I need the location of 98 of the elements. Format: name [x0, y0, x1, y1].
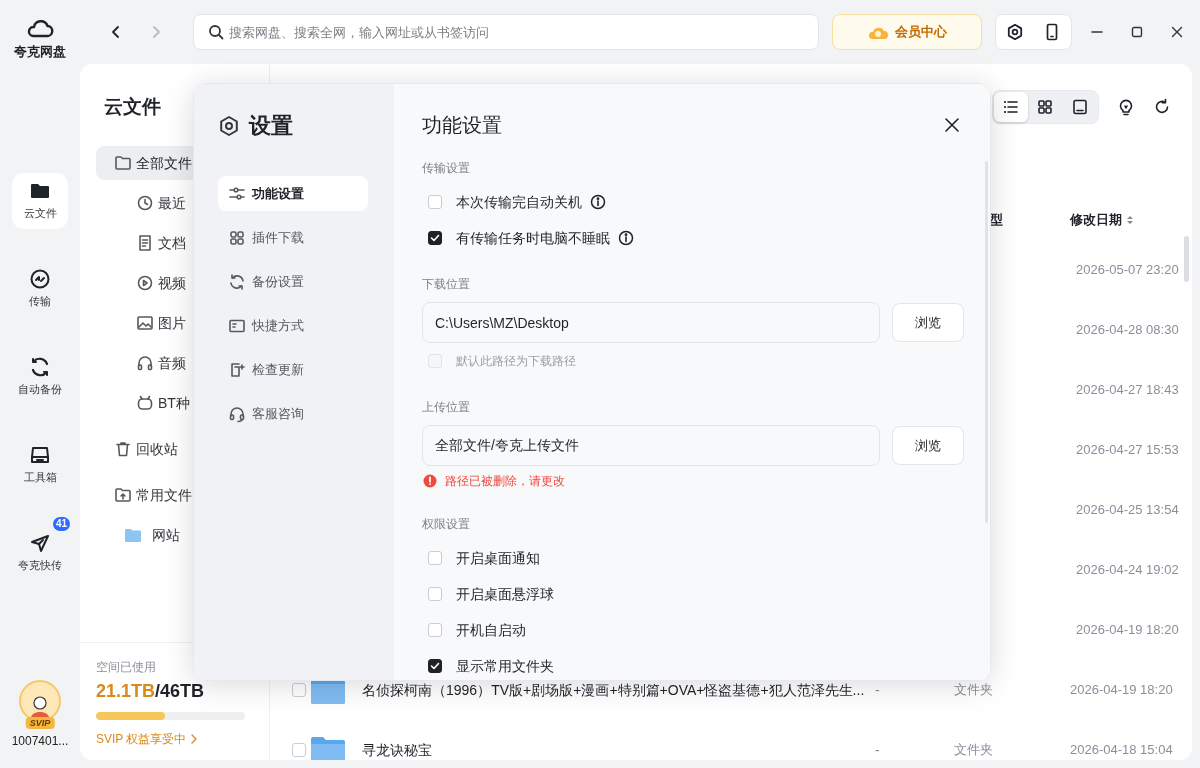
svip-badge: SVIP: [25, 717, 55, 729]
preview-view-icon: [1070, 98, 1089, 116]
grid-icon: [228, 228, 246, 247]
rail-item[interactable]: 自动备份: [12, 348, 68, 405]
checkbox-label: 本次传输完自动关机: [456, 192, 582, 212]
nav-item[interactable]: 常用文件: [96, 478, 262, 512]
modified-date: 2026-04-19 18:20: [1070, 681, 1173, 700]
checkbox[interactable]: [428, 659, 442, 673]
settings-nav-item[interactable]: 插件下载: [218, 220, 368, 255]
file-type: 文件夹: [954, 741, 994, 760]
document-icon: [136, 234, 154, 252]
checkbox[interactable]: [428, 231, 442, 245]
error-icon: [423, 474, 437, 488]
column-header[interactable]: 修改日期: [1070, 210, 1134, 230]
clock-icon: [136, 194, 154, 212]
headset-icon: [228, 404, 246, 423]
path-field[interactable]: C:\Users\MZ\Desktop: [422, 302, 881, 343]
modified-date: 2026-05-07 23:20: [1076, 261, 1179, 280]
panel-title: 功能设置: [422, 113, 502, 138]
settings-nav-item[interactable]: 客服咨询: [218, 396, 368, 431]
rail-item[interactable]: 云文件: [12, 172, 68, 229]
storage-used: 21.1TB: [96, 680, 156, 702]
headphones-icon: [136, 354, 154, 372]
column-header: 型: [990, 211, 1004, 230]
maximize-icon[interactable]: [1131, 26, 1143, 38]
file-name: 名侦探柯南（1996）TV版+剧场版+漫画+特别篇+OVA+怪盗基德+犯人范泽先生...: [362, 680, 866, 700]
close-icon[interactable]: [944, 117, 960, 133]
grid-view-icon: [1036, 98, 1055, 116]
storage-label: 空间已使用: [96, 659, 157, 676]
checkbox-label: 开启桌面通知: [456, 548, 540, 568]
folder-upload-icon: [114, 486, 132, 504]
trash-icon: [114, 440, 132, 458]
modified-date: 2026-04-24 19:02: [1076, 561, 1179, 580]
modified-date: 2026-04-19 18:20: [1076, 621, 1179, 640]
error-message: 路径已被删除，请更改: [445, 473, 565, 490]
section-label: 权限设置: [422, 516, 471, 533]
row-checkbox[interactable]: [292, 683, 306, 697]
path-field[interactable]: 全部文件/夸克上传文件: [422, 425, 881, 466]
info-icon[interactable]: [618, 230, 634, 246]
search-icon: [208, 24, 224, 40]
modified-date: 2026-04-25 13:54: [1076, 501, 1179, 520]
view-mode-button[interactable]: [994, 92, 1029, 122]
modified-date: 2026-04-28 08:30: [1076, 321, 1179, 340]
checkbox-label: 有传输任务时电脑不睡眠: [456, 228, 610, 248]
rail-item[interactable]: 工具箱: [12, 436, 68, 493]
scrollbar[interactable]: [1184, 236, 1189, 282]
rail-item[interactable]: 传输: [12, 260, 68, 317]
settings-icon[interactable]: [1005, 23, 1024, 41]
settings-nav-item[interactable]: 快捷方式: [218, 308, 368, 343]
check-icon: [430, 661, 440, 671]
lightbulb-icon[interactable]: [1117, 98, 1135, 116]
sync-icon: [228, 272, 246, 291]
checkbox-label: 开机自启动: [456, 620, 526, 640]
list-view-icon: [1002, 98, 1021, 116]
folder-icon: [124, 527, 142, 543]
folder-icon: [310, 735, 346, 760]
modified-date: 2026-04-18 15:04: [1070, 741, 1173, 760]
file-size: -: [875, 740, 881, 760]
count-badge: 41: [50, 514, 72, 533]
close-icon[interactable]: [1171, 26, 1183, 38]
section-label: 上传位置: [422, 399, 471, 416]
folder-outline-icon: [114, 154, 132, 172]
image-icon: [136, 314, 154, 332]
nav-item[interactable]: 回收站: [96, 432, 262, 466]
file-type: 文件夹: [954, 681, 994, 700]
search-field[interactable]: 搜索网盘、搜索全网，输入网址或从书签访问: [193, 14, 819, 50]
browse-button[interactable]: 浏览: [892, 426, 964, 465]
dialog-title: 设置: [249, 112, 293, 140]
sliders-icon: [228, 184, 246, 203]
settings-icon: [218, 114, 240, 137]
storage-total: /46TB: [155, 680, 205, 702]
settings-nav-item[interactable]: 备份设置: [218, 264, 368, 299]
section-label: 下载位置: [422, 276, 471, 293]
checkbox-label: 默认此路径为下载路径: [456, 353, 576, 370]
checkbox-label: 开启桌面悬浮球: [456, 584, 554, 604]
play-icon: [136, 274, 154, 292]
modified-date: 2026-04-27 15:53: [1076, 441, 1179, 460]
settings-nav-item[interactable]: 功能设置: [218, 176, 368, 211]
file-name: 寻龙诀秘宝: [362, 740, 433, 760]
row-checkbox[interactable]: [292, 743, 306, 757]
settings-nav-item[interactable]: 检查更新: [218, 352, 368, 387]
update-icon: [228, 360, 246, 379]
robot-icon: [136, 394, 154, 412]
checkbox-label: 显示常用文件夹: [456, 656, 554, 676]
refresh-icon[interactable]: [1153, 98, 1171, 116]
check-icon: [430, 233, 440, 243]
nav-item[interactable]: 网站: [96, 518, 262, 552]
modified-date: 2026-04-27 18:43: [1076, 381, 1179, 400]
logo-text: 夸克网盘: [14, 43, 66, 61]
info-icon[interactable]: [590, 194, 606, 210]
sort-icon: [1126, 215, 1134, 225]
file-size: -: [875, 680, 881, 700]
vip-center-button[interactable]: 会员中心: [832, 14, 982, 50]
section-label: 传输设置: [422, 160, 471, 177]
user-id: 1007401...: [11, 733, 69, 750]
section-title: 云文件: [103, 95, 162, 119]
browse-button[interactable]: 浏览: [892, 303, 964, 342]
chevron-right-icon: [190, 734, 199, 744]
